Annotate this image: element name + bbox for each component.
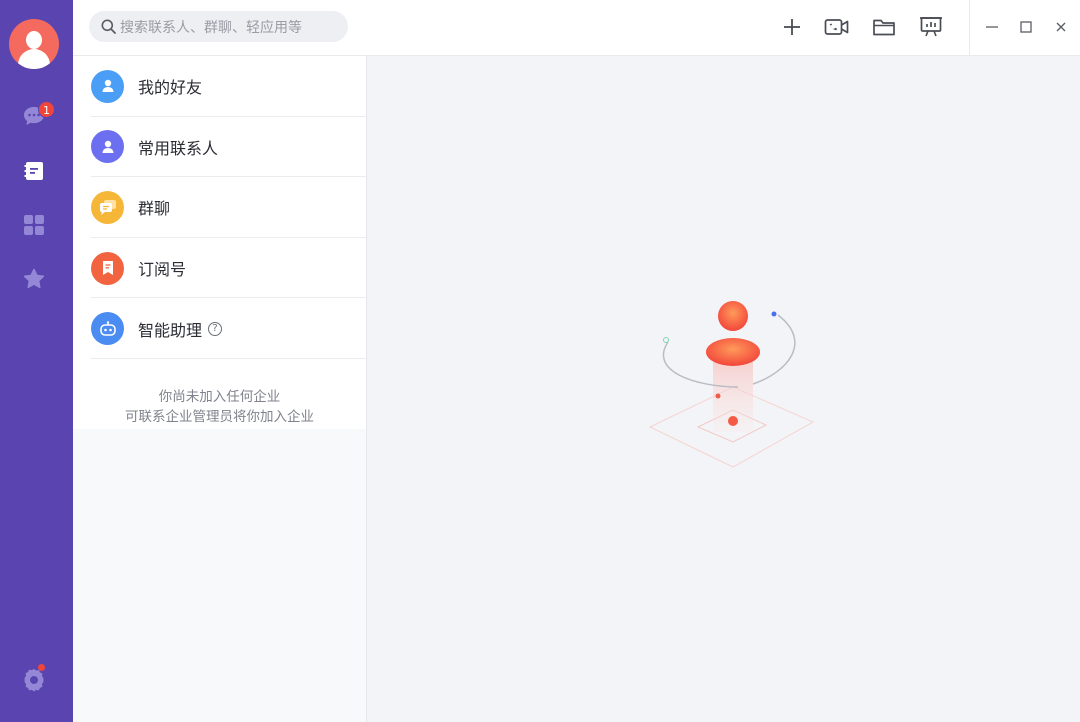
robot-icon: [91, 312, 124, 346]
avatar[interactable]: [9, 19, 59, 69]
search-placeholder: 搜索联系人、群聊、轻应用等: [120, 19, 302, 36]
minimize-button[interactable]: [977, 12, 1007, 42]
contact-category-label: 群聊: [138, 199, 171, 219]
settings-notification-dot: [38, 664, 45, 671]
presentation-button[interactable]: [916, 12, 946, 42]
settings-nav[interactable]: [20, 666, 48, 694]
main-content-area: [368, 57, 1080, 722]
notice-line-1: 你尚未加入任何企业: [158, 388, 281, 405]
plus-icon: [784, 19, 800, 35]
folder-icon: [873, 19, 895, 36]
contact-category-frequent[interactable]: 常用联系人: [73, 117, 366, 178]
contact-category-assistant[interactable]: 智能助理 ?: [73, 298, 366, 359]
search-icon: [101, 19, 116, 34]
minimize-icon: [986, 26, 998, 28]
contact-category-groups[interactable]: 群聊: [73, 177, 366, 238]
friends-icon: [91, 69, 124, 103]
top-bar: 搜索联系人、群聊、轻应用等: [73, 0, 1080, 56]
contacts-list: 我的好友 常用联系人 群聊 订阅号 智能助理 ?: [73, 56, 366, 359]
unread-badge: 1: [38, 101, 55, 118]
left-nav-rail: 1: [0, 0, 73, 722]
contacts-nav[interactable]: [20, 157, 48, 185]
group-chat-icon: [91, 190, 124, 224]
help-icon[interactable]: ?: [208, 321, 223, 336]
contact-category-label: 订阅号: [138, 260, 187, 280]
contact-category-friends[interactable]: 我的好友: [73, 56, 366, 117]
avatar-head: [26, 31, 42, 49]
contact-category-label: 我的好友: [138, 78, 203, 98]
apps-grid-icon: [24, 215, 44, 235]
search-input[interactable]: 搜索联系人、群聊、轻应用等: [89, 11, 348, 42]
close-button[interactable]: [1046, 12, 1076, 42]
gear-icon: [24, 669, 44, 692]
contact-category-label: 智能助理: [138, 320, 203, 340]
close-icon: [1056, 22, 1066, 32]
contact-category-subscriptions[interactable]: 订阅号: [73, 238, 366, 299]
notice-line-2: 可联系企业管理员将你加入企业: [125, 408, 314, 425]
subscription-icon: [91, 251, 124, 285]
workbench-nav[interactable]: [20, 211, 48, 239]
frequent-contacts-icon: [91, 130, 124, 164]
contact-category-label: 常用联系人: [138, 138, 219, 158]
contacts-panel: 我的好友 常用联系人 群聊 订阅号 智能助理 ? 你尚未加入任何企业 可联系企业…: [73, 56, 367, 722]
toolbar-divider: [969, 0, 970, 56]
favorites-nav[interactable]: [20, 265, 48, 293]
star-icon: [23, 268, 45, 289]
video-call-button[interactable]: [822, 12, 852, 42]
address-book-icon: [24, 162, 43, 180]
add-button[interactable]: [777, 12, 807, 42]
presentation-icon: [920, 17, 942, 37]
no-enterprise-notice: 你尚未加入任何企业 可联系企业管理员将你加入企业: [73, 358, 366, 429]
maximize-button[interactable]: [1011, 12, 1041, 42]
avatar-body: [18, 49, 50, 69]
video-call-icon: [824, 19, 849, 35]
maximize-icon: [1020, 21, 1032, 33]
files-button[interactable]: [869, 12, 899, 42]
empty-state-illustration: [648, 301, 815, 468]
